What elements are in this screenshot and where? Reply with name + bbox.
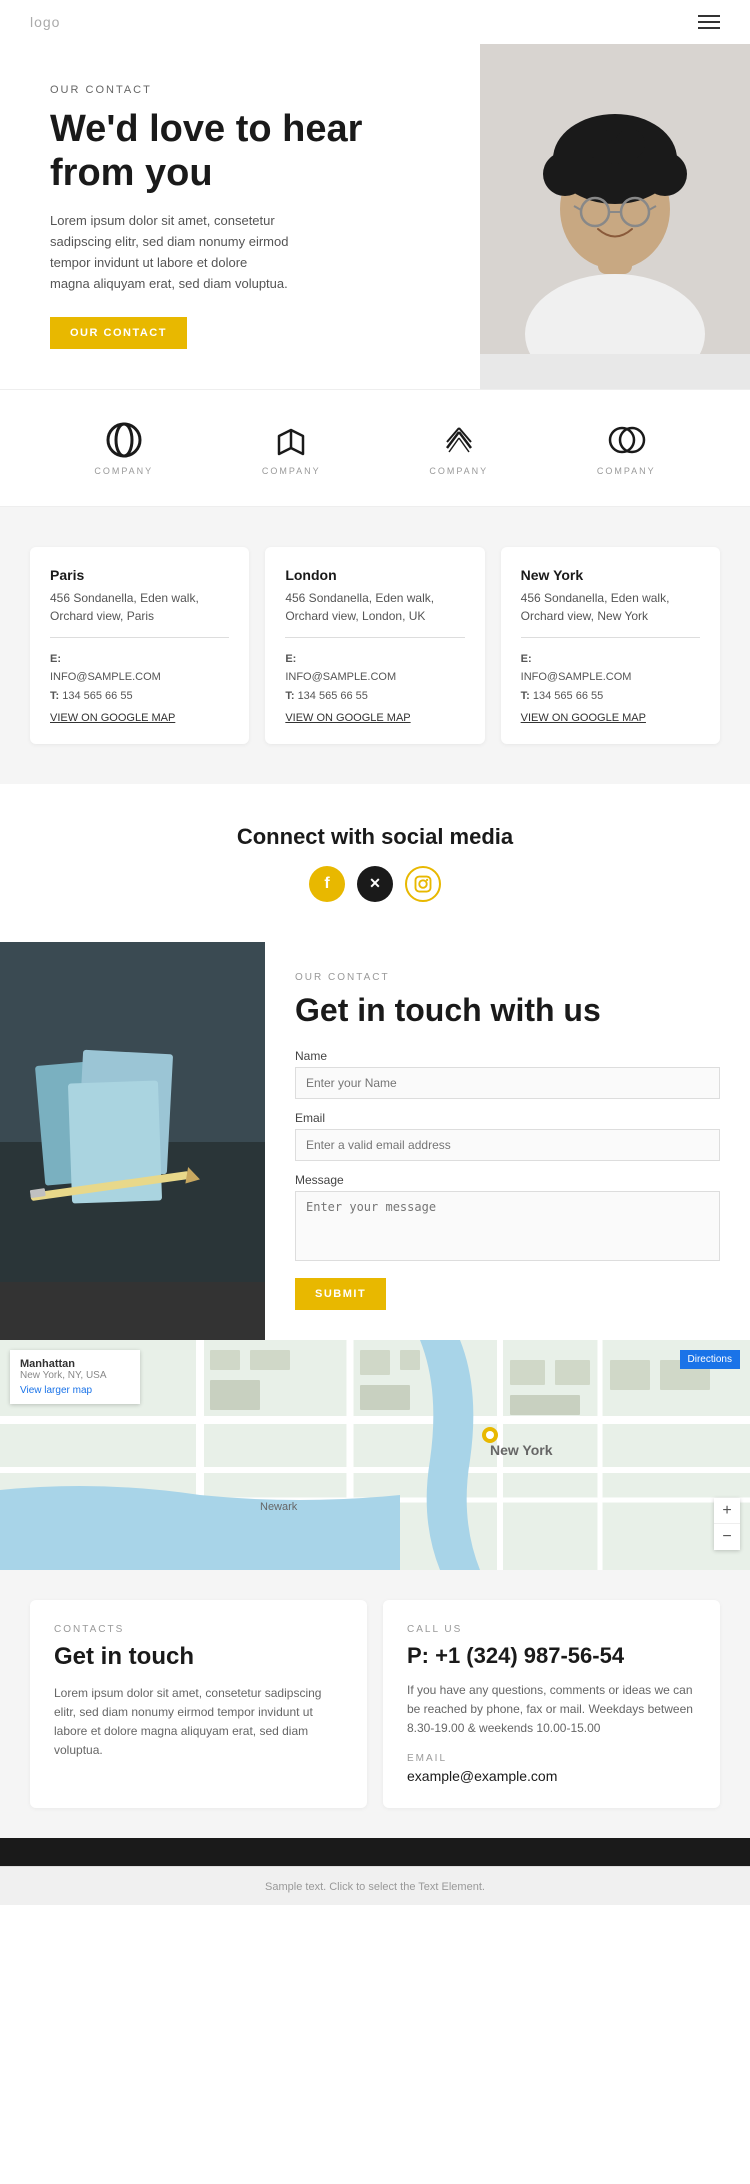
bottom-desc-right: If you have any questions, comments or i… [407, 1681, 696, 1739]
logos-section: COMPANY COMPANY COMPANY COMPANY [0, 389, 750, 507]
svg-text:Newark: Newark [260, 1501, 298, 1513]
bottom-card-contacts: CONTACTS Get in touch Lorem ipsum dolor … [30, 1600, 367, 1808]
zoom-out-button[interactable]: − [714, 1524, 740, 1550]
phone-paris: 134 565 66 55 [62, 690, 132, 702]
office-address-london: 456 Sondanella, Eden walk, Orchard view,… [285, 589, 464, 625]
email-section-label: EMAIL [407, 1753, 696, 1764]
message-textarea[interactable] [295, 1191, 720, 1261]
office-card-paris: Paris 456 Sondanella, Eden walk, Orchard… [30, 547, 249, 744]
logo-label-1: COMPANY [94, 466, 153, 476]
email-label-paris: E: [50, 653, 61, 665]
name-field-group: Name [295, 1049, 720, 1099]
form-title: Get in touch with us [295, 991, 720, 1029]
office-contact-london: E: INFO@SAMPLE.COM T: 134 565 66 55 [285, 650, 464, 706]
office-city-london: London [285, 567, 464, 583]
map-directions-button[interactable]: Directions [680, 1350, 740, 1369]
hero-left: OUR CONTACT We'd love to hear from you L… [0, 44, 480, 389]
phone-label-london: T: [285, 690, 294, 702]
form-decoration [0, 942, 265, 1282]
message-field-group: Message [295, 1173, 720, 1266]
map-overlay: Manhattan New York, NY, USA View larger … [10, 1350, 140, 1404]
bottom-desc-left: Lorem ipsum dolor sit amet, consetetur s… [54, 1684, 343, 1761]
logo-label-3: COMPANY [429, 466, 488, 476]
footer [0, 1838, 750, 1866]
bottom-tag-right: CALL US [407, 1624, 696, 1635]
map-link-paris[interactable]: VIEW ON GOOGLE MAP [50, 712, 229, 724]
logo-item-3: COMPANY [429, 420, 488, 476]
logo-icon-4 [606, 420, 646, 460]
map-section: New York Newark Manhattan New York, NY, … [0, 1340, 750, 1570]
hero-cta-button[interactable]: OUR CONTACT [50, 317, 187, 349]
form-right: OUR CONTACT Get in touch with us Name Em… [265, 942, 750, 1340]
footer-sample-bar[interactable]: Sample text. Click to select the Text El… [0, 1866, 750, 1905]
email-input[interactable] [295, 1129, 720, 1161]
phone-label-paris: T: [50, 690, 59, 702]
hamburger-menu[interactable] [698, 15, 720, 29]
email-label-london: E: [285, 653, 296, 665]
phone-number: P: +1 (324) 987-56-54 [407, 1643, 696, 1669]
hero-image [480, 44, 750, 389]
hero-description: Lorem ipsum dolor sit amet, consetetur s… [50, 211, 290, 294]
email-field-group: Email [295, 1111, 720, 1161]
map-link-newyork[interactable]: VIEW ON GOOGLE MAP [521, 712, 700, 724]
phone-label-newyork: T: [521, 690, 530, 702]
form-image [0, 942, 265, 1340]
office-card-newyork: New York 456 Sondanella, Eden walk, Orch… [501, 547, 720, 744]
contact-form-section: OUR CONTACT Get in touch with us Name Em… [0, 942, 750, 1340]
bottom-title-left: Get in touch [54, 1643, 343, 1672]
logo: logo [30, 14, 60, 30]
hero-section: OUR CONTACT We'd love to hear from you L… [0, 44, 750, 389]
email-label-newyork: E: [521, 653, 532, 665]
office-address-newyork: 456 Sondanella, Eden walk, Orchard view,… [521, 589, 700, 625]
footer-sample-text: Sample text. Click to select the Text El… [265, 1881, 485, 1893]
email-newyork: INFO@SAMPLE.COM [521, 671, 632, 683]
map-zoom-controls: + − [714, 1498, 740, 1550]
logo-icon-1 [104, 420, 144, 460]
bottom-contact-section: CONTACTS Get in touch Lorem ipsum dolor … [0, 1570, 750, 1838]
logo-item-4: COMPANY [597, 420, 656, 476]
office-address-paris: 456 Sondanella, Eden walk, Orchard view,… [50, 589, 229, 625]
map-location: Manhattan [20, 1358, 130, 1370]
social-title: Connect with social media [30, 824, 720, 850]
logo-icon-2 [271, 420, 311, 460]
form-tag: OUR CONTACT [295, 972, 720, 983]
logo-label-2: COMPANY [262, 466, 321, 476]
map-view-larger[interactable]: View larger map [20, 1385, 92, 1396]
bottom-tag-left: CONTACTS [54, 1624, 343, 1635]
svg-text:New York: New York [490, 1442, 553, 1458]
phone-newyork: 134 565 66 55 [533, 690, 603, 702]
header: logo [0, 0, 750, 44]
phone-london: 134 565 66 55 [298, 690, 368, 702]
submit-button[interactable]: SUBMIT [295, 1278, 386, 1310]
email-label: Email [295, 1111, 720, 1125]
hero-portrait [480, 44, 750, 354]
logo-item-2: COMPANY [262, 420, 321, 476]
map-sub: New York, NY, USA [20, 1370, 130, 1381]
instagram-icon[interactable] [405, 866, 441, 902]
message-label: Message [295, 1173, 720, 1187]
twitter-x-icon[interactable]: ✕ [357, 866, 393, 902]
facebook-icon[interactable]: f [309, 866, 345, 902]
social-section: Connect with social media f ✕ [0, 784, 750, 942]
office-contact-paris: E: INFO@SAMPLE.COM T: 134 565 66 55 [50, 650, 229, 706]
email-paris: INFO@SAMPLE.COM [50, 671, 161, 683]
zoom-in-button[interactable]: + [714, 1498, 740, 1524]
name-input[interactable] [295, 1067, 720, 1099]
social-icons: f ✕ [30, 866, 720, 902]
logo-icon-3 [439, 420, 479, 460]
map-link-london[interactable]: VIEW ON GOOGLE MAP [285, 712, 464, 724]
email-london: INFO@SAMPLE.COM [285, 671, 396, 683]
office-contact-newyork: E: INFO@SAMPLE.COM T: 134 565 66 55 [521, 650, 700, 706]
offices-section: Paris 456 Sondanella, Eden walk, Orchard… [0, 507, 750, 784]
office-card-london: London 456 Sondanella, Eden walk, Orchar… [265, 547, 484, 744]
office-city-paris: Paris [50, 567, 229, 583]
email-address: example@example.com [407, 1768, 696, 1784]
logo-item-1: COMPANY [94, 420, 153, 476]
bottom-card-callus: CALL US P: +1 (324) 987-56-54 If you hav… [383, 1600, 720, 1808]
hero-title: We'd love to hear from you [50, 108, 450, 195]
hero-tag: OUR CONTACT [50, 84, 450, 96]
office-city-newyork: New York [521, 567, 700, 583]
logo-label-4: COMPANY [597, 466, 656, 476]
name-label: Name [295, 1049, 720, 1063]
